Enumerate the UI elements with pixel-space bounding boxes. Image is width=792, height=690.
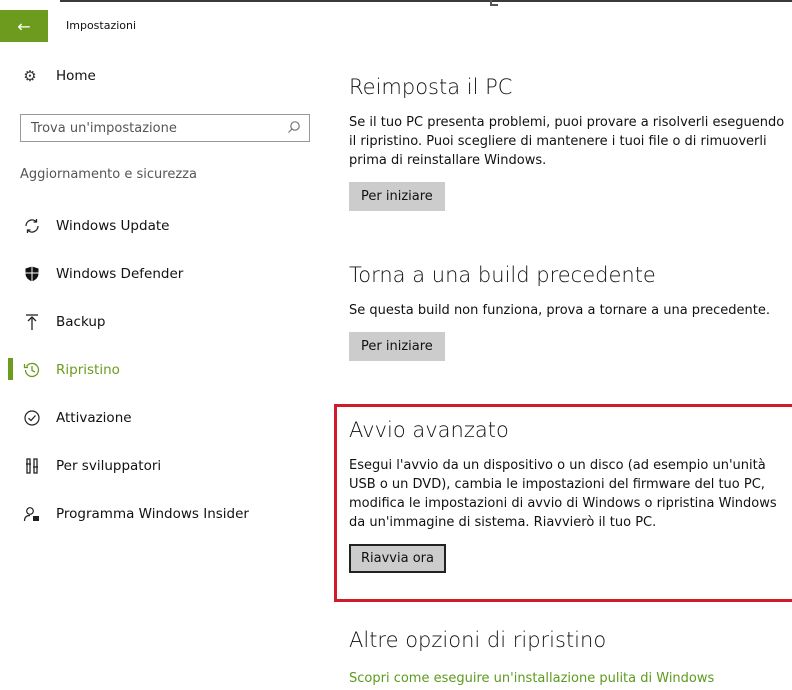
upload-icon xyxy=(22,312,42,332)
window-title: Impostazioni xyxy=(66,19,137,32)
sidebar-item-label: Windows Defender xyxy=(56,266,184,282)
section-description: Esegui l'avvio da un dispositivo o un di… xyxy=(349,458,777,530)
other-recovery-section: Altre opzioni di ripristino Scopri come … xyxy=(349,628,789,686)
top-window-edge xyxy=(0,0,792,6)
sidebar-nav: Windows Update Windows Defender Backup R… xyxy=(0,202,330,538)
sidebar-item-windows-defender[interactable]: Windows Defender xyxy=(0,250,330,298)
clean-install-link[interactable]: Scopri come eseguire un'installazione pu… xyxy=(349,671,789,686)
sidebar-item-per-sviluppatori[interactable]: Per sviluppatori xyxy=(0,442,330,490)
check-circle-icon xyxy=(22,408,42,428)
sidebar-item-label: Ripristino xyxy=(56,362,120,378)
sidebar-item-label: Programma Windows Insider xyxy=(56,506,249,522)
reset-pc-section: Reimposta il PC Se il tuo PC presenta pr… xyxy=(349,75,789,211)
reset-start-button[interactable]: Per iniziare xyxy=(349,182,445,211)
home-label: Home xyxy=(56,68,96,84)
search-icon xyxy=(287,120,301,134)
sidebar-item-label: Per sviluppatori xyxy=(56,458,162,474)
advanced-startup-section: Avvio avanzato Esegui l'avvio da un disp… xyxy=(349,418,789,573)
top-border-line xyxy=(60,0,792,2)
section-description: Se questa build non funziona, prova a to… xyxy=(349,303,770,318)
restart-now-button[interactable]: Riavvia ora xyxy=(349,544,446,573)
sidebar-item-label: Backup xyxy=(56,314,106,330)
sidebar-item-ripristino[interactable]: Ripristino xyxy=(0,346,330,394)
sidebar-item-attivazione[interactable]: Attivazione xyxy=(0,394,330,442)
arrow-left-icon: ← xyxy=(17,16,31,36)
sidebar-item-backup[interactable]: Backup xyxy=(0,298,330,346)
gear-icon: ⚙ xyxy=(23,67,37,85)
sidebar-item-windows-update[interactable]: Windows Update xyxy=(0,202,330,250)
shield-icon xyxy=(22,264,42,284)
section-description: Se il tuo PC presenta problemi, puoi pro… xyxy=(349,115,785,168)
sidebar-item-label: Attivazione xyxy=(56,410,132,426)
sidebar-item-windows-insider[interactable]: Programma Windows Insider xyxy=(0,490,330,538)
tools-icon xyxy=(22,456,42,476)
sidebar-item-label: Windows Update xyxy=(56,218,170,234)
title-bar: ← Impostazioni xyxy=(0,10,792,42)
person-badge-icon xyxy=(22,504,42,524)
history-icon xyxy=(22,360,42,380)
refresh-icon xyxy=(22,216,42,236)
rollback-section: Torna a una build precedente Se questa b… xyxy=(349,263,789,361)
settings-window: ← Impostazioni ⚙ Home Trova un'impostazi… xyxy=(0,0,792,690)
search-placeholder: Trova un'impostazione xyxy=(31,121,177,136)
section-title: Torna a una build precedente xyxy=(349,263,656,287)
section-title: Altre opzioni di ripristino xyxy=(349,628,607,652)
search-input[interactable]: Trova un'impostazione xyxy=(20,114,310,142)
sidebar: ⚙ Home Trova un'impostazione Aggiornamen… xyxy=(0,42,330,690)
section-title: Avvio avanzato xyxy=(349,418,509,442)
back-button[interactable]: ← xyxy=(0,10,48,42)
sidebar-item-home[interactable]: ⚙ Home xyxy=(20,66,96,86)
cursor-mark xyxy=(490,0,498,6)
section-title: Reimposta il PC xyxy=(349,75,513,99)
section-heading: Aggiornamento e sicurezza xyxy=(20,167,197,182)
rollback-start-button[interactable]: Per iniziare xyxy=(349,332,445,361)
